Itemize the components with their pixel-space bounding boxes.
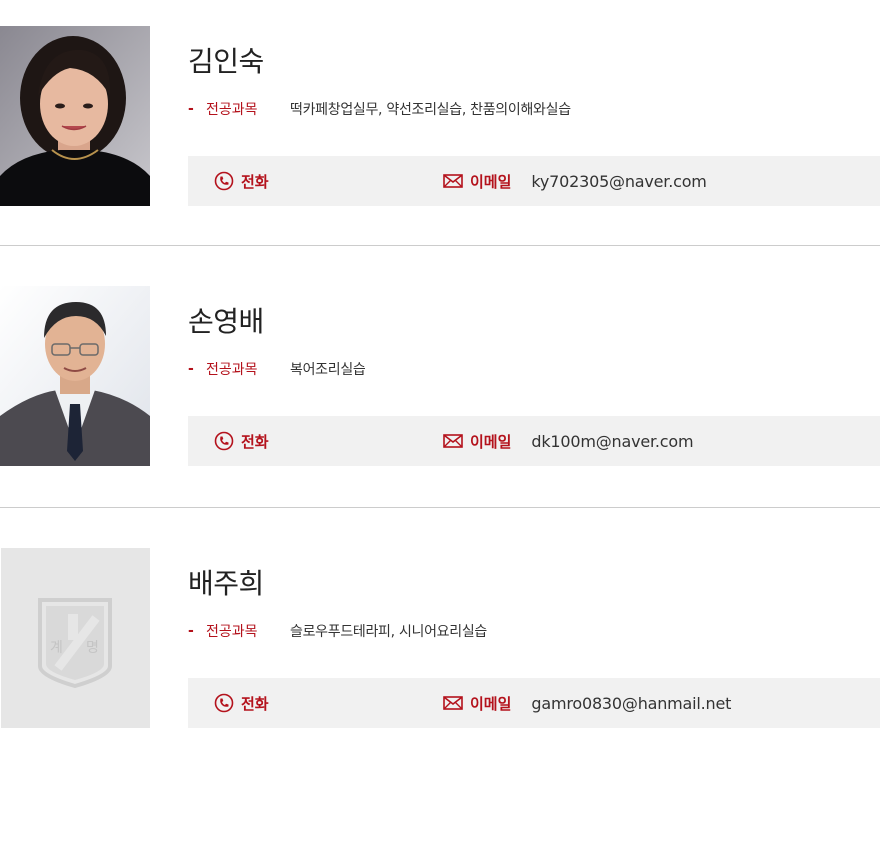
phone-contact: 전화 xyxy=(214,156,289,206)
divider xyxy=(0,245,880,246)
staff-name: 김인숙 xyxy=(188,45,264,78)
phone-icon xyxy=(214,431,234,451)
phone-label: 전화 xyxy=(241,432,269,451)
email-link[interactable]: dk100m@naver.com xyxy=(531,432,693,451)
contact-bar: 전화 이메일 gamro0830@hanmail.net xyxy=(188,678,880,728)
subject-dash: - xyxy=(188,101,194,117)
staff-photo xyxy=(0,26,150,206)
email-label: 이메일 xyxy=(470,432,512,451)
email-contact: 이메일 gamro0830@hanmail.net xyxy=(443,678,731,728)
staff-card: 계 명 배주희 - 전공과목 슬로우푸드테라피, 시니어요리실습 전화 이메일 … xyxy=(0,548,880,748)
subject-value: 슬로우푸드테라피, 시니어요리실습 xyxy=(290,624,487,640)
staff-name: 배주희 xyxy=(188,567,264,600)
email-contact: 이메일 ky702305@naver.com xyxy=(443,156,707,206)
staff-photo-placeholder: 계 명 xyxy=(0,548,150,728)
staff-photo xyxy=(0,286,150,466)
subject-dash: - xyxy=(188,361,194,377)
subject-row: - 전공과목 복어조리실습 xyxy=(188,359,366,379)
email-link[interactable]: ky702305@naver.com xyxy=(531,172,706,191)
contact-bar: 전화 이메일 ky702305@naver.com xyxy=(188,156,880,206)
divider xyxy=(0,507,880,508)
envelope-icon xyxy=(443,431,463,451)
phone-label: 전화 xyxy=(241,694,269,713)
subject-row: - 전공과목 떡카페창업실무, 약선조리실습, 찬품의이해와실습 xyxy=(188,99,571,119)
contact-bar: 전화 이메일 dk100m@naver.com xyxy=(188,416,880,466)
phone-icon xyxy=(214,693,234,713)
staff-card: 김인숙 - 전공과목 떡카페창업실무, 약선조리실습, 찬품의이해와실습 전화 xyxy=(0,26,880,226)
staff-name: 손영배 xyxy=(188,305,264,338)
subject-label: 전공과목 xyxy=(206,624,258,640)
phone-contact: 전화 xyxy=(214,416,289,466)
subject-label: 전공과목 xyxy=(206,362,258,378)
svg-text:명: 명 xyxy=(86,640,99,656)
phone-contact: 전화 xyxy=(214,678,289,728)
email-link[interactable]: gamro0830@hanmail.net xyxy=(531,694,731,713)
subject-row: - 전공과목 슬로우푸드테라피, 시니어요리실습 xyxy=(188,621,487,641)
email-label: 이메일 xyxy=(470,694,512,713)
envelope-icon xyxy=(443,171,463,191)
phone-label: 전화 xyxy=(241,172,269,191)
subject-label: 전공과목 xyxy=(206,102,258,118)
staff-card: 손영배 - 전공과목 복어조리실습 전화 이메일 dk100m@naver.co… xyxy=(0,286,880,486)
email-label: 이메일 xyxy=(470,172,512,191)
envelope-icon xyxy=(443,693,463,713)
subject-dash: - xyxy=(188,623,194,639)
subject-value: 복어조리실습 xyxy=(290,362,366,378)
subject-value: 떡카페창업실무, 약선조리실습, 찬품의이해와실습 xyxy=(290,102,571,118)
email-contact: 이메일 dk100m@naver.com xyxy=(443,416,694,466)
phone-icon xyxy=(214,171,234,191)
svg-text:계: 계 xyxy=(50,640,63,656)
